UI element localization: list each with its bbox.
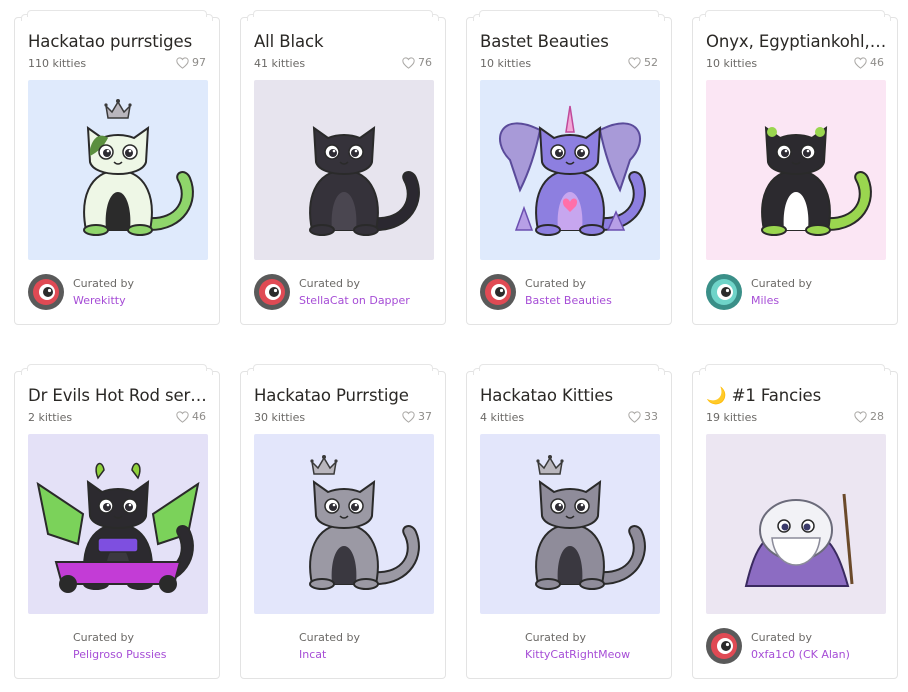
heart-icon (176, 56, 189, 69)
kitty-count: 4 kitties (480, 411, 525, 424)
kitty-count: 10 kitties (706, 57, 758, 70)
kitty-count: 41 kitties (254, 57, 306, 70)
collection-cover-image[interactable] (28, 80, 208, 260)
like-count: 46 (870, 56, 884, 69)
like-button[interactable]: 46 (854, 56, 884, 69)
curator-info: Curated by Incat (254, 628, 360, 664)
heart-icon (176, 410, 189, 423)
curator-link[interactable]: Werekitty (73, 294, 134, 307)
curated-by-label: Curated by (73, 631, 134, 644)
heart-icon (628, 56, 641, 69)
curated-by-label: Curated by (751, 277, 812, 290)
card-stack-edge (253, 10, 433, 17)
collection-cover-image[interactable] (254, 434, 434, 614)
collection-card[interactable]: Hackatao Kitties 4 kitties 33 Curated by Kit… (466, 364, 672, 679)
curator-avatar (254, 628, 290, 664)
collection-cover-image[interactable] (254, 80, 434, 260)
curator-link[interactable]: StellaCat on Dapper (299, 294, 410, 307)
curator-avatar[interactable] (480, 274, 516, 310)
collection-card[interactable]: Hackatao Purrstige 30 kitties 37 Curated by… (240, 364, 446, 679)
card-stack-edge (705, 364, 885, 371)
like-count: 46 (192, 410, 206, 423)
kitty-count: 110 kitties (28, 57, 87, 70)
like-count: 76 (418, 56, 432, 69)
collection-title[interactable]: Hackatao Kitties (480, 386, 662, 405)
heart-icon (402, 56, 415, 69)
like-count: 33 (644, 410, 658, 423)
curator-link[interactable]: 0xfa1c0 (CK Alan) (751, 648, 850, 661)
curator-info: Curated by KittyCatRightMeow (480, 628, 630, 664)
heart-icon (628, 410, 641, 423)
like-button[interactable]: 28 (854, 410, 884, 423)
curator-avatar[interactable] (254, 274, 290, 310)
collection-card[interactable]: 🌙 #1 Fancies 19 kitties 28 Curated by 0xfa1c… (692, 364, 898, 679)
curator-info: Curated by Bastet Beauties (480, 274, 612, 310)
like-count: 28 (870, 410, 884, 423)
curator-link[interactable]: Bastet Beauties (525, 294, 612, 307)
kitty-count: 30 kitties (254, 411, 306, 424)
collection-title[interactable]: All Black (254, 32, 436, 51)
curator-link[interactable]: KittyCatRightMeow (525, 648, 630, 661)
kitty-count: 10 kitties (480, 57, 532, 70)
curator-info: Curated by Miles (706, 274, 812, 310)
collection-cover-image[interactable] (706, 80, 886, 260)
card-stack-edge (253, 364, 433, 371)
collection-title[interactable]: Dr Evils Hot Rod seri... (28, 386, 210, 405)
collection-title[interactable]: 🌙 #1 Fancies (706, 386, 888, 406)
curated-by-label: Curated by (751, 631, 812, 644)
curated-by-label: Curated by (525, 631, 586, 644)
curator-link[interactable]: Peligroso Pussies (73, 648, 167, 661)
card-stack-edge (27, 364, 207, 371)
collection-title[interactable]: Onyx, Egyptiankohl, ... (706, 32, 888, 51)
card-stack-edge (479, 364, 659, 371)
curator-link[interactable]: Incat (299, 648, 360, 661)
like-count: 37 (418, 410, 432, 423)
collection-card[interactable]: Bastet Beauties 10 kitties 52 Curated by Bas… (466, 10, 672, 325)
curator-info: Curated by Peligroso Pussies (28, 628, 167, 664)
collection-card[interactable]: Dr Evils Hot Rod seri... 2 kitties 46 Curat… (14, 364, 220, 679)
curator-info: Curated by 0xfa1c0 (CK Alan) (706, 628, 850, 664)
curator-avatar[interactable] (28, 274, 64, 310)
heart-icon (402, 410, 415, 423)
curator-info: Curated by StellaCat on Dapper (254, 274, 410, 310)
card-stack-edge (27, 10, 207, 17)
card-stack-edge (705, 10, 885, 17)
curated-by-label: Curated by (299, 277, 360, 290)
like-count: 52 (644, 56, 658, 69)
like-button[interactable]: 37 (402, 410, 432, 423)
like-button[interactable]: 33 (628, 410, 658, 423)
curator-avatar[interactable] (706, 628, 742, 664)
curator-avatar[interactable] (706, 274, 742, 310)
collection-card[interactable]: All Black 41 kitties 76 Curated by StellaCat… (240, 10, 446, 325)
curated-by-label: Curated by (73, 277, 134, 290)
curated-by-label: Curated by (299, 631, 360, 644)
like-button[interactable]: 76 (402, 56, 432, 69)
curator-avatar (480, 628, 516, 664)
collection-title[interactable]: Hackatao Purrstige (254, 386, 436, 405)
collection-card[interactable]: Onyx, Egyptiankohl, ... 10 kitties 46 Curat… (692, 10, 898, 325)
collection-title[interactable]: Bastet Beauties (480, 32, 662, 51)
collection-cover-image[interactable] (706, 434, 886, 614)
like-button[interactable]: 46 (176, 410, 206, 423)
curator-link[interactable]: Miles (751, 294, 812, 307)
collection-cover-image[interactable] (28, 434, 208, 614)
collection-cover-image[interactable] (480, 80, 660, 260)
kitty-count: 19 kitties (706, 411, 758, 424)
collection-card[interactable]: Hackatao purrstiges 110 kitties 97 Curated … (14, 10, 220, 325)
like-button[interactable]: 97 (176, 56, 206, 69)
curated-by-label: Curated by (525, 277, 586, 290)
like-button[interactable]: 52 (628, 56, 658, 69)
card-stack-edge (479, 10, 659, 17)
heart-icon (854, 56, 867, 69)
collection-title[interactable]: Hackatao purrstiges (28, 32, 210, 51)
like-count: 97 (192, 56, 206, 69)
curator-avatar (28, 628, 64, 664)
kitty-count: 2 kitties (28, 411, 73, 424)
curator-info: Curated by Werekitty (28, 274, 134, 310)
heart-icon (854, 410, 867, 423)
collection-cover-image[interactable] (480, 434, 660, 614)
